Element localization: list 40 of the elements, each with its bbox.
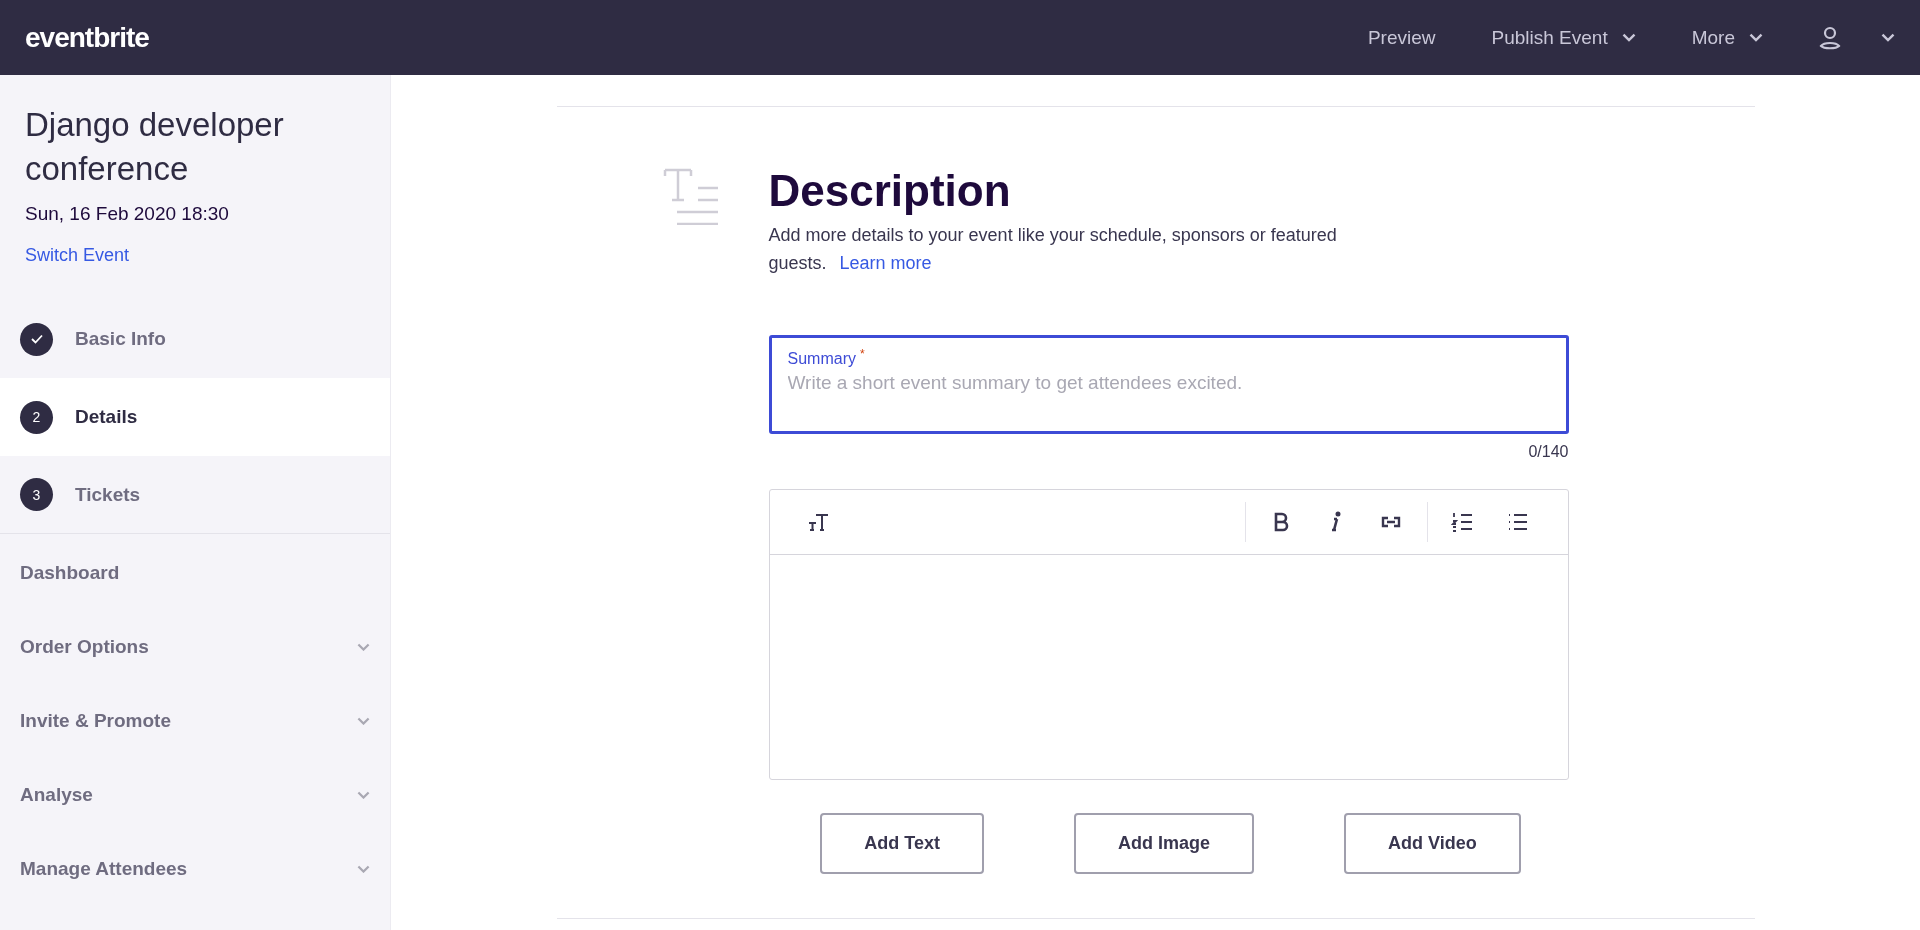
nav-label: Order Options	[20, 636, 149, 658]
character-counter: 0/140	[1528, 443, 1569, 461]
section-heading: Description	[768, 167, 1012, 215]
nav-label: Analyse	[20, 784, 93, 806]
step-number-badge: 3	[20, 478, 53, 511]
numbered-list-icon	[1451, 510, 1475, 534]
learn-more-link[interactable]: Learn more	[839, 253, 932, 273]
eventbrite-logo[interactable]: eventbrite	[25, 21, 149, 54]
step-number-badge: 2	[20, 400, 53, 434]
nav-label: Invite & Promote	[20, 710, 171, 732]
step-label: Details	[75, 406, 138, 428]
top-menu-button[interactable]: Preview	[1367, 26, 1436, 49]
account-button[interactable]	[1819, 25, 1895, 50]
text-block-icon	[662, 167, 721, 225]
nav-item[interactable]: Analyse	[0, 758, 390, 832]
top-menu-button[interactable]: Publish Event	[1491, 26, 1636, 49]
step-label: Tickets	[75, 483, 141, 506]
section-description: Add more details to your event like your schedule, sponsors or featured guests. Learn more	[768, 224, 1338, 275]
event-date: Sun, 16 Feb 2020 18:30	[25, 203, 230, 225]
check-icon	[30, 334, 43, 344]
required-asterisk: *	[859, 347, 865, 361]
step-item[interactable]: Basic Info	[0, 300, 390, 378]
top-menu-button[interactable]: More	[1691, 26, 1763, 49]
nav-label: Manage Attendees	[20, 858, 188, 880]
nav-item[interactable]: Manage Attendees	[0, 832, 390, 906]
step-item[interactable]: 3 Tickets	[0, 456, 390, 534]
nav-item[interactable]: Dashboard	[0, 536, 390, 610]
nav-item[interactable]: Order Options	[0, 610, 390, 684]
nav-label: Dashboard	[20, 562, 120, 584]
step-label: Basic Info	[75, 328, 166, 350]
add-block-button[interactable]: Add Text	[820, 813, 984, 874]
nav-item[interactable]: Invite & Promote	[0, 684, 390, 758]
user-icon	[1819, 25, 1841, 50]
step-item[interactable]: 2 Details	[0, 378, 390, 456]
summary-field[interactable]: Summary $^{*}$ Write a short event summary to get attendees excited.	[768, 335, 1569, 434]
add-block-button[interactable]: Add Image	[1074, 813, 1254, 874]
switch-event-link[interactable]: Switch Event	[25, 245, 130, 265]
event-title: Django developer conference	[25, 105, 285, 189]
field-label: Summary $^{*}$	[787, 347, 866, 369]
add-block-button[interactable]: Add Video	[1344, 813, 1521, 874]
